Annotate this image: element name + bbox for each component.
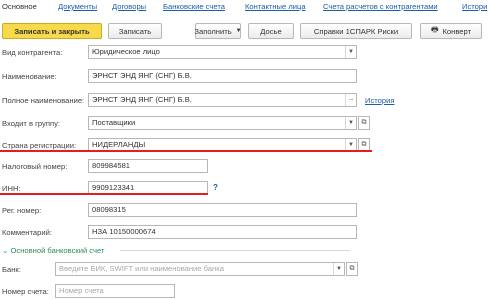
account-label: Номер счета: [2,287,49,296]
comment-value: НЗА 10150000674 [92,227,156,236]
tab-documents[interactable]: Документы [58,2,97,11]
account-input[interactable]: Номер счета [55,284,175,298]
inn-value: 9909123341 [92,183,135,192]
bank-placeholder: Введите БИК, SWIFT или наименование банк… [59,264,224,273]
chevron-down-icon[interactable]: ▼ [345,117,356,129]
kind-select[interactable]: Юридическое лицо ▼ [88,45,357,59]
tab-main[interactable]: Основное [2,2,37,11]
spark-label: Справки 1СПАРК Риски [313,26,399,36]
full-name-label: Полное наименование: [2,96,85,105]
tab-contacts[interactable]: Контактные лица [245,2,306,11]
open-bank-icon[interactable]: ⧉ [346,262,358,276]
comment-input[interactable]: НЗА 10150000674 [88,225,357,239]
save-and-close-button[interactable]: Записать и закрыть [2,23,102,39]
more-icon[interactable]: ... [345,94,356,106]
open-group-icon[interactable]: ⧉ [358,116,370,130]
full-name-value: ЭРНСТ ЭНД ЯНГ (СНГ) Б.В. [92,95,192,104]
tax-number-label: Налоговый номер: [2,162,68,171]
tab-contracts[interactable]: Договоры [112,2,146,11]
dossier-button[interactable]: Досье [248,23,294,39]
bank-input[interactable]: Введите БИК, SWIFT или наименование банк… [55,262,345,276]
fill-button[interactable]: Заполнить ▼ [194,23,242,39]
bank-section-header[interactable]: ⌄ Основной банковский счет [2,246,104,255]
chevron-down-icon: ⌄ [2,246,9,255]
history-link[interactable]: История [365,96,394,105]
section-divider [120,250,350,251]
name-label: Наименование: [2,72,57,81]
group-value: Поставщики [92,118,136,127]
toolbar: Записать и закрыть Записать Заполнить ▼ … [0,20,500,42]
dossier-label: Досье [260,26,282,36]
name-value: ЭРНСТ ЭНД ЯНГ (СНГ) Б.В. [92,71,192,80]
reg-number-label: Рег. номер: [2,206,42,215]
reg-number-input[interactable]: 08098315 [88,203,357,217]
annotation-underline [0,193,208,195]
full-name-input[interactable]: ЭРНСТ ЭНД ЯНГ (СНГ) Б.В. ... [88,93,357,107]
group-select[interactable]: Поставщики ▼ [88,116,357,130]
name-input[interactable]: ЭРНСТ ЭНД ЯНГ (СНГ) Б.В. [88,69,357,83]
kind-value: Юридическое лицо [92,47,160,56]
save-button[interactable]: Записать [108,23,162,39]
envelope-label: Конверт [442,26,472,36]
bank-label: Банк: [2,265,21,274]
group-label: Входит в группу: [2,119,60,128]
fill-label: Заполнить [194,26,232,36]
annotation-underline [0,150,372,152]
printer-icon: 🖶 [430,25,439,34]
tab-settlement-accounts[interactable]: Счета расчетов с контрагентами [323,2,438,11]
chevron-down-icon: ▼ [235,28,242,34]
save-and-close-label: Записать и закрыть [14,26,90,36]
envelope-button[interactable]: 🖶 Конверт [420,23,482,39]
country-value: НИДЕРЛАНДЫ [92,140,146,149]
kind-label: Вид контрагента: [2,48,63,57]
chevron-down-icon[interactable]: ▼ [333,263,344,275]
save-label: Записать [118,26,152,36]
inn-label: ИНН: [2,184,21,193]
reg-number-value: 08098315 [92,205,126,214]
spark-button[interactable]: Справки 1СПАРК Риски [300,23,412,39]
account-placeholder: Номер счета [59,286,104,295]
comment-label: Комментарий: [2,228,52,237]
bank-section-title: Основной банковский счет [10,246,105,255]
help-icon[interactable]: ? [213,183,218,192]
tax-number-value: 809984581 [92,161,131,170]
country-label: Страна регистрации: [2,141,77,150]
tax-number-input[interactable]: 809984581 [88,159,208,173]
tab-bank-accounts[interactable]: Банковские счета [163,2,225,11]
chevron-down-icon[interactable]: ▼ [345,46,356,58]
tab-history[interactable]: Истори [462,2,487,11]
tab-bar: Основное Документы Договоры Банковские с… [0,0,500,14]
